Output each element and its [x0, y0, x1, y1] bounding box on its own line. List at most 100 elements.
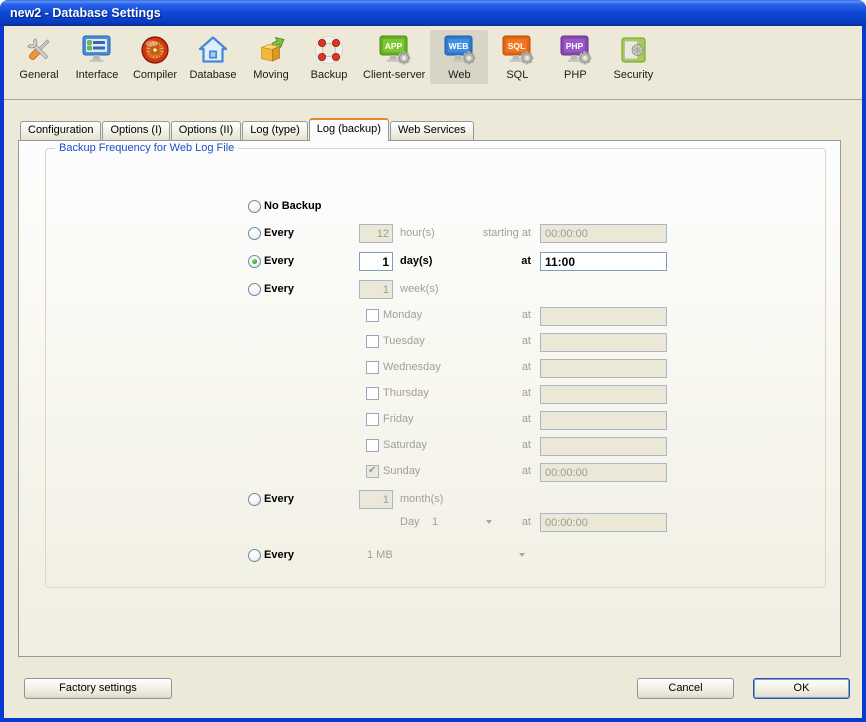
month-time-input[interactable] — [540, 513, 667, 532]
thursday-time-input[interactable] — [540, 385, 667, 404]
svg-text:WEB: WEB — [449, 41, 469, 51]
toolbar-item-label: Backup — [311, 69, 348, 81]
toolbar-item-backup[interactable]: Backup — [300, 30, 358, 84]
every-months-radio[interactable] — [248, 493, 261, 506]
friday-at-label: at — [400, 413, 531, 426]
months-unit-label: month(s) — [400, 493, 443, 506]
ok-button[interactable]: OK — [753, 678, 850, 699]
toolbar-item-label: Interface — [76, 69, 119, 81]
toolbar-item-security[interactable]: Security — [604, 30, 662, 84]
toolbar-item-label: Database — [189, 69, 236, 81]
tab-bar: Configuration Options (I) Options (II) L… — [20, 118, 475, 140]
toolbar-item-label: PHP — [564, 69, 587, 81]
every-months-label: Every — [264, 493, 294, 506]
monday-checkbox[interactable] — [366, 309, 379, 322]
days-at-label: at — [400, 255, 531, 268]
every-size-radio[interactable] — [248, 549, 261, 562]
monitor-gear-icon: PHP — [557, 33, 593, 67]
house-icon — [197, 33, 229, 67]
toolbar-item-label: SQL — [506, 69, 528, 81]
tab-options-2[interactable]: Options (II) — [171, 121, 241, 140]
toolbar-item-database[interactable]: Database — [184, 30, 242, 84]
tuesday-time-input[interactable] — [540, 333, 667, 352]
tab-web-services[interactable]: Web Services — [390, 121, 474, 140]
tab-options-1[interactable]: Options (I) — [102, 121, 169, 140]
tuesday-checkbox[interactable] — [366, 335, 379, 348]
svg-text:PHP: PHP — [566, 41, 584, 51]
tab-configuration[interactable]: Configuration — [20, 121, 101, 140]
toolbar-item-compiler[interactable]: Compiler — [126, 30, 184, 84]
hours-count-input[interactable] — [359, 224, 393, 243]
tab-page-log-backup: Backup Frequency for Web Log File No Bac… — [18, 140, 841, 657]
monday-time-input[interactable] — [540, 307, 667, 326]
tools-icon — [23, 33, 55, 67]
days-count-input[interactable] — [359, 252, 393, 271]
dialog-client-area: General Interface — [4, 26, 862, 718]
toolbar-item-interface[interactable]: Interface — [68, 30, 126, 84]
toolbar-item-label: Moving — [253, 69, 288, 81]
month-at-label: at — [400, 516, 531, 529]
wednesday-checkbox[interactable] — [366, 361, 379, 374]
toolbar-item-php[interactable]: PHP — [546, 30, 604, 84]
toolbar-item-label: Web — [448, 69, 470, 81]
toolbar-item-moving[interactable]: Moving — [242, 30, 300, 84]
days-time-input[interactable] — [540, 252, 667, 271]
wednesday-time-input[interactable] — [540, 359, 667, 378]
every-days-label: Every — [264, 255, 294, 268]
friday-time-input[interactable] — [540, 411, 667, 430]
every-weeks-label: Every — [264, 283, 294, 296]
factory-settings-button[interactable]: Factory settings — [24, 678, 172, 699]
sunday-at-label: at — [400, 465, 531, 478]
months-count-input[interactable] — [359, 490, 393, 509]
no-backup-radio[interactable] — [248, 200, 261, 213]
toolbar-item-label: General — [19, 69, 58, 81]
box-arrow-icon — [255, 33, 287, 67]
every-hours-label: Every — [264, 227, 294, 240]
monitor-options-icon — [79, 33, 115, 67]
every-days-radio[interactable] — [248, 255, 261, 268]
every-hours-radio[interactable] — [248, 227, 261, 240]
weeks-unit-label: week(s) — [400, 283, 439, 296]
hours-start-time-input[interactable] — [540, 224, 667, 243]
sunday-checkbox[interactable] — [366, 465, 379, 478]
tab-log-backup[interactable]: Log (backup) — [309, 118, 389, 141]
wednesday-at-label: at — [400, 361, 531, 374]
monitor-gear-icon: SQL — [499, 33, 535, 67]
no-backup-label: No Backup — [264, 200, 321, 213]
tab-log-type[interactable]: Log (type) — [242, 121, 308, 140]
wheel-icon — [139, 33, 171, 67]
toolbar-item-sql[interactable]: SQL — [488, 30, 546, 84]
database-settings-window: new2 - Database Settings — [0, 0, 866, 722]
toolbar-item-label: Compiler — [133, 69, 177, 81]
every-size-label: Every — [264, 549, 294, 562]
toolbar-item-general[interactable]: General — [10, 30, 68, 84]
thursday-at-label: at — [400, 387, 531, 400]
thursday-checkbox[interactable] — [366, 387, 379, 400]
size-value: 1 MB — [367, 549, 393, 562]
weeks-count-input[interactable] — [359, 280, 393, 299]
saturday-checkbox[interactable] — [366, 439, 379, 452]
monitor-gear-icon: WEB — [441, 33, 477, 67]
toolbar-item-client-server[interactable]: APP — [358, 30, 430, 84]
monitor-gear-icon: APP — [376, 33, 412, 67]
titlebar[interactable]: new2 - Database Settings — [0, 0, 866, 26]
every-weeks-radio[interactable] — [248, 283, 261, 296]
saturday-time-input[interactable] — [540, 437, 667, 456]
svg-text:SQL: SQL — [508, 41, 525, 51]
monday-at-label: at — [400, 309, 531, 322]
toolbar-item-label: Security — [613, 69, 653, 81]
backup-frequency-groupbox: Backup Frequency for Web Log File No Bac… — [45, 148, 826, 588]
toolbar-item-label: Client-server — [363, 69, 425, 81]
friday-checkbox[interactable] — [366, 413, 379, 426]
cancel-button[interactable]: Cancel — [637, 678, 734, 699]
safe-icon — [617, 33, 649, 67]
size-dropdown-arrow-icon[interactable] — [519, 553, 525, 557]
svg-text:APP: APP — [385, 41, 403, 51]
tuesday-at-label: at — [400, 335, 531, 348]
sunday-time-input[interactable] — [540, 463, 667, 482]
hours-starting-at-label: starting at — [400, 227, 531, 240]
lifebuoy-icon — [313, 33, 345, 67]
category-toolbar: General Interface — [4, 26, 862, 100]
saturday-at-label: at — [400, 439, 531, 452]
toolbar-item-web[interactable]: WEB — [430, 30, 488, 84]
